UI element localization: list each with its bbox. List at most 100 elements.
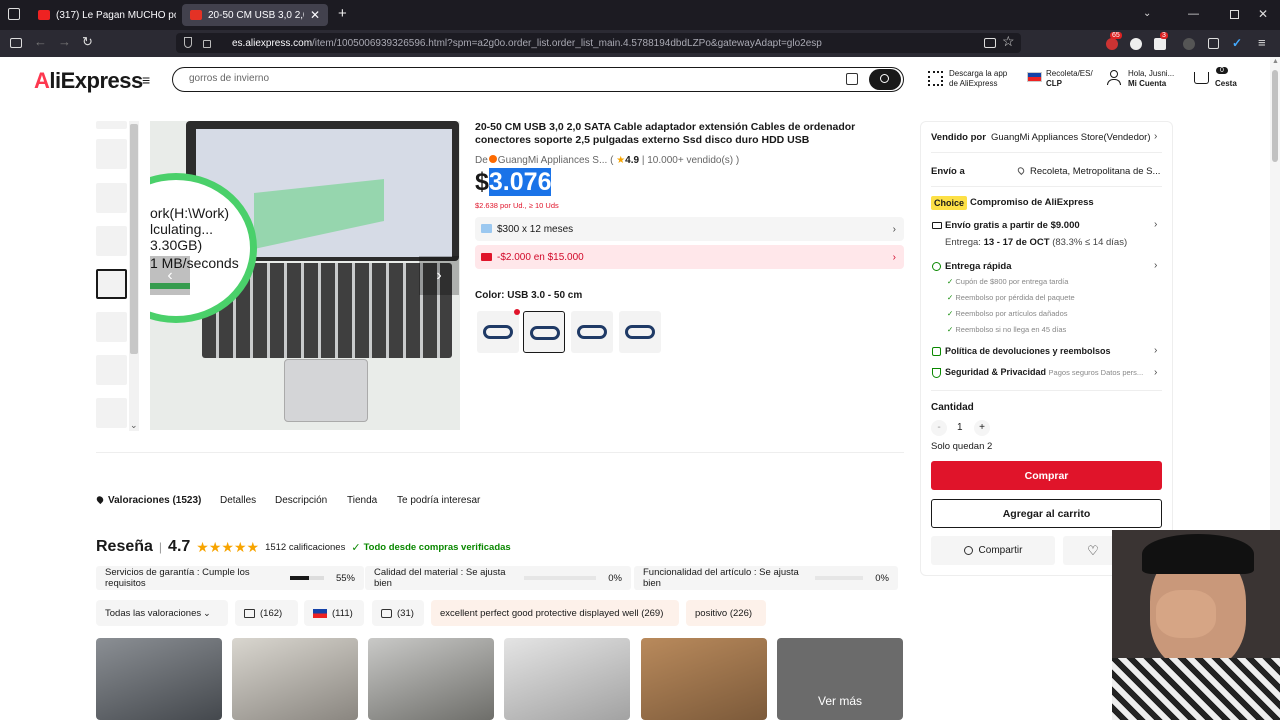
color-variant[interactable]	[571, 311, 613, 353]
extension-icon[interactable]	[1183, 38, 1195, 50]
gallery-thumbnail[interactable]	[96, 183, 127, 213]
fast-delivery[interactable]: Entrega rápida	[945, 261, 1012, 272]
reader-view-icon[interactable]	[984, 38, 996, 48]
maximize-button[interactable]	[1230, 10, 1239, 19]
back-arrow-icon[interactable]: ←	[34, 34, 47, 49]
gallery-thumbnail[interactable]	[96, 355, 127, 385]
color-variant[interactable]	[477, 311, 519, 353]
security-privacy[interactable]: Seguridad & Privacidad Pagos seguros Dat…	[945, 367, 1143, 377]
color-variant-selected[interactable]	[523, 311, 565, 353]
minimize-button[interactable]: —	[1188, 8, 1199, 20]
reload-icon[interactable]: ↻	[82, 34, 93, 50]
download-app-link[interactable]: Descarga la app de AliExpress	[949, 69, 1007, 89]
gallery-thumbnail[interactable]	[96, 121, 127, 129]
search-input[interactable]: gorros de invierno	[189, 73, 269, 84]
coupon-row[interactable]: -$2.000 en $15.000 ›	[475, 245, 904, 269]
close-window-button[interactable]: ✕	[1258, 7, 1268, 21]
extensions-puzzle-icon[interactable]	[1208, 38, 1219, 49]
quantity-decrease-button[interactable]: -	[931, 420, 947, 436]
add-to-cart-button[interactable]: Agregar al carrito	[931, 499, 1162, 528]
search-box[interactable]	[172, 67, 904, 92]
sidebar-icon[interactable]	[10, 38, 22, 48]
prev-image-button[interactable]: ‹	[150, 256, 190, 295]
account-menu[interactable]: Hola, Jusni... Mi Cuenta	[1128, 69, 1174, 89]
review-photo[interactable]	[96, 638, 222, 720]
tab-overflow-chevron-icon[interactable]: ⌄	[1143, 8, 1151, 19]
qr-code-icon[interactable]	[928, 71, 943, 86]
cart-icon[interactable]	[1194, 72, 1209, 84]
review-photo[interactable]	[641, 638, 767, 720]
tab-recommendations[interactable]: Te podría interesar	[397, 495, 480, 506]
region-selector[interactable]: Recoleta/ES/ CLP	[1046, 69, 1093, 89]
search-button[interactable]	[869, 69, 901, 90]
lock-icon[interactable]	[203, 40, 211, 48]
user-icon[interactable]	[1107, 70, 1121, 87]
extension-icon[interactable]	[1130, 38, 1142, 50]
scroll-up-icon[interactable]: ▲	[1272, 58, 1279, 65]
shield-icon[interactable]	[184, 37, 192, 48]
tab-description[interactable]: Descripción	[275, 495, 327, 506]
heading-separator: |	[158, 540, 163, 554]
new-tab-button[interactable]: +	[338, 5, 347, 22]
close-tab-icon[interactable]: ✕	[310, 8, 320, 22]
perk-item: ✓ Reembolso por artículos dañados	[947, 309, 1068, 318]
metric-pct: 0%	[608, 572, 622, 584]
buy-now-button[interactable]: Comprar	[931, 461, 1162, 490]
coupon-icon	[481, 253, 492, 261]
heart-icon: ♡	[1087, 542, 1099, 558]
browser-tab-active[interactable]: 20-50 CM USB 3,0 2,0 SATA Ca ✕	[182, 4, 328, 26]
free-shipping[interactable]: Envío gratis a partir de $9.000	[945, 220, 1080, 231]
returns-policy[interactable]: Política de devoluciones y reembolsos	[945, 346, 1111, 356]
extension-icon[interactable]	[1106, 38, 1118, 50]
filter-comments[interactable]: (31)	[372, 600, 424, 626]
seller-name-link[interactable]: GuangMi Appliances S...	[498, 155, 608, 166]
installment-row[interactable]: $300 x 12 meses ›	[475, 217, 904, 241]
thumbnail-scroll-down-icon[interactable]: ⌄	[130, 420, 138, 431]
menu-icon[interactable]: ≡	[1258, 35, 1266, 50]
product-title: 20-50 CM USB 3,0 2,0 SATA Cable adaptado…	[475, 121, 856, 146]
tab-details[interactable]: Detalles	[220, 495, 256, 506]
filter-tag[interactable]: excellent perfect good protective displa…	[431, 600, 679, 626]
gallery-thumbnail[interactable]	[96, 139, 127, 169]
filter-country[interactable]: (111)	[304, 600, 364, 626]
cart-label[interactable]: Cesta	[1215, 79, 1237, 89]
forward-arrow-icon[interactable]: →	[58, 34, 71, 49]
review-photo[interactable]	[504, 638, 630, 720]
tab-list-icon[interactable]	[8, 8, 20, 20]
sold-by-store-link[interactable]: GuangMi Appliances Store(Vendedor)	[991, 132, 1151, 143]
hamburger-menu-icon[interactable]: ≡	[142, 72, 150, 88]
ship-to-location[interactable]: Recoleta, Metropolitana de S...	[1030, 166, 1160, 177]
filter-all-reviews[interactable]: Todas las valoraciones ⌄	[96, 600, 228, 626]
product-main-image[interactable]: ork(H:\Work) lculating... 3.30GB) 1 MB/s…	[150, 121, 460, 430]
filter-label: Todas las valoraciones	[105, 607, 202, 619]
page-scrollbar-thumb[interactable]	[1272, 70, 1278, 162]
metric-bar	[523, 576, 597, 580]
review-photo-see-more[interactable]: Ver más	[777, 638, 903, 720]
image-search-icon[interactable]	[846, 73, 858, 85]
browser-tab[interactable]: (317) Le Pagan MUCHO por Pin	[30, 4, 176, 26]
quantity-increase-button[interactable]: +	[974, 420, 990, 436]
tab-store[interactable]: Tienda	[347, 495, 377, 506]
extension-icon[interactable]: ✓	[1232, 36, 1242, 50]
review-photo[interactable]	[368, 638, 494, 720]
color-variant[interactable]	[619, 311, 661, 353]
gallery-thumbnail-selected[interactable]	[96, 269, 127, 299]
scrollbar-thumb[interactable]	[130, 124, 138, 354]
account-greeting: Hola, Jusni...	[1128, 69, 1175, 78]
extension-icon[interactable]	[1154, 38, 1166, 50]
filter-tag[interactable]: positivo (226)	[686, 600, 766, 626]
share-button[interactable]: Compartir	[931, 536, 1055, 565]
url-bar[interactable]: es.aliexpress.com/item/1005006939326596.…	[176, 33, 1021, 53]
tab-reviews[interactable]: Valoraciones (1523)	[108, 495, 201, 506]
quantity-input[interactable]: 1	[957, 422, 963, 433]
reviews-score: 4.7	[168, 538, 191, 555]
gallery-thumbnail[interactable]	[96, 312, 127, 342]
aliexpress-logo[interactable]: AliExpress	[34, 68, 143, 94]
quantity-label: Cantidad	[931, 402, 974, 413]
bookmark-star-icon[interactable]: ☆	[1002, 33, 1015, 50]
filter-photos[interactable]: (162)	[235, 600, 298, 626]
next-image-button[interactable]: ›	[419, 256, 459, 295]
review-photo[interactable]	[232, 638, 358, 720]
gallery-thumbnail[interactable]	[96, 398, 127, 428]
gallery-thumbnail[interactable]	[96, 226, 127, 256]
